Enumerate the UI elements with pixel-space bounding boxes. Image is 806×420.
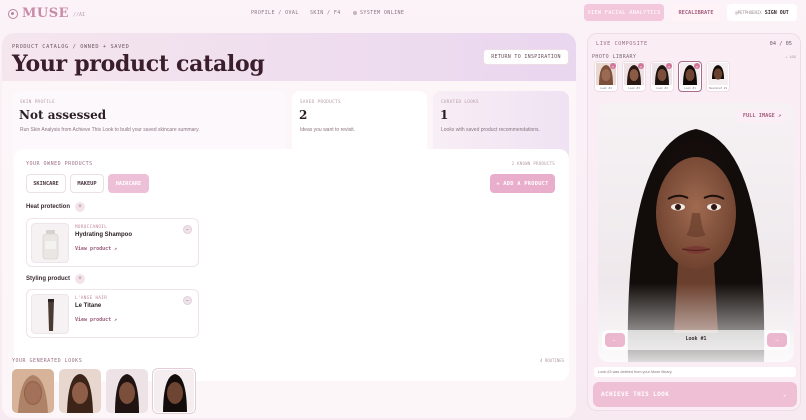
chevron-down-icon: ⌄	[782, 391, 787, 398]
product-card[interactable]: MOROCCANOIL Hydrating Shampoo View produ…	[26, 218, 199, 267]
tab-makeup[interactable]: MAKEUP	[70, 174, 104, 193]
recalibrate-button[interactable]: RECALIBRATE	[671, 4, 721, 21]
current-look-label: Look #1	[685, 336, 707, 342]
breadcrumb: PRODUCT CATALOG / OWNED + SAVED	[12, 44, 130, 50]
library-item[interactable]: × Look #3	[622, 61, 646, 92]
generated-looks-title: YOUR GENERATED LOOKS	[12, 358, 83, 364]
stat-desc: Run Skin Analysis from Achieve This Look…	[20, 127, 200, 133]
achieve-this-look-button[interactable]: ACHIEVE THIS LOOK ⌄	[593, 382, 797, 407]
logo-icon	[8, 8, 18, 19]
generated-look-thumb[interactable]	[12, 369, 54, 413]
generated-look-thumb-selected[interactable]	[153, 369, 195, 413]
skin-indicator: SKIN / F4	[310, 10, 341, 16]
library-item-label: Look #4	[600, 86, 612, 90]
stat-value: 1	[440, 108, 449, 122]
product-brand: L'ANGE HAIR	[75, 295, 108, 300]
add-product-button[interactable]: + ADD A PRODUCT	[490, 174, 555, 193]
view-product-link[interactable]: View product ↗	[75, 246, 117, 252]
tab-skincare[interactable]: SKINCARE	[26, 174, 66, 193]
username: @PETPHOENIX	[735, 10, 762, 15]
generated-look-thumb[interactable]	[106, 369, 148, 413]
view-facial-analytics-button[interactable]: VIEW FACIAL ANALYTICS	[584, 4, 664, 21]
composite-counter: 04 / 05	[769, 41, 792, 47]
stat-label: CURATED LOOKS	[441, 99, 479, 104]
library-item[interactable]: × Look #2	[650, 61, 674, 92]
generated-look-thumb[interactable]	[59, 369, 101, 413]
product-image	[31, 223, 69, 263]
owned-products-card: YOUR OWNED PRODUCTS 2 KNOWN PRODUCTS SKI…	[14, 149, 569, 381]
stat-value: Not assessed	[19, 108, 107, 122]
delete-icon[interactable]: ×	[666, 63, 672, 69]
product-card[interactable]: L'ANGE HAIR Le Titane View product ↗ −	[26, 289, 199, 338]
stat-label: SKIN PROFILE	[20, 99, 56, 104]
profile-indicator: PROFILE / OVAL	[251, 10, 299, 16]
composite-portrait	[598, 103, 794, 362]
catalog-panel: PRODUCT CATALOG / OWNED + SAVED Your pro…	[2, 33, 576, 418]
tab-haircare[interactable]: HAIRCARE	[108, 174, 149, 193]
stat-value: 2	[299, 108, 308, 122]
product-name: Hydrating Shampoo	[75, 232, 133, 238]
product-brand: MOROCCANOIL	[75, 224, 108, 229]
top-bar: MUSE //AI PROFILE / OVAL SKIN / F4 SYSTE…	[0, 0, 806, 26]
delete-icon[interactable]: ×	[694, 63, 700, 69]
portrait-image	[598, 103, 794, 362]
deletion-notice: Look #3 was deleted from your Muse libra…	[594, 367, 796, 377]
library-item-label: Look #2	[656, 86, 668, 90]
library-item-selected[interactable]: × Look #1	[678, 61, 702, 92]
category-title: Heat protection	[26, 204, 71, 210]
status-dot-icon	[353, 10, 357, 15]
product-name: Le Titane	[75, 303, 102, 309]
library-item-label: Headshot #1	[708, 86, 728, 90]
live-composite-title: LIVE COMPOSITE	[596, 41, 648, 47]
achieve-label: ACHIEVE THIS LOOK	[601, 391, 670, 398]
next-look-button[interactable]: →	[767, 333, 787, 347]
view-product-link[interactable]: View product ↗	[75, 317, 117, 323]
logo-text: MUSE	[22, 6, 70, 21]
shampoo-bottle-icon	[42, 230, 59, 260]
category-styling-product: Styling product +	[26, 274, 85, 284]
stat-desc: Looks with saved product recommendations…	[441, 127, 540, 133]
remove-product-icon[interactable]: −	[183, 225, 192, 234]
page-title: Your product catalog	[12, 51, 265, 77]
category-heat-protection: Heat protection +	[26, 202, 86, 212]
logo-sub: //AI	[73, 12, 86, 18]
sign-out-link[interactable]: SIGN OUT	[765, 10, 789, 16]
stat-label: SAVED PRODUCTS	[300, 99, 341, 104]
delete-icon[interactable]: ×	[610, 63, 616, 69]
library-item[interactable]: × Look #4	[594, 61, 618, 92]
styling-tube-icon	[48, 299, 54, 331]
add-to-category-icon[interactable]: +	[75, 274, 85, 284]
return-to-inspiration-button[interactable]: RETURN TO INSPIRATION	[483, 49, 569, 65]
look-navigator: ← Look #1 →	[602, 330, 790, 350]
product-image	[31, 294, 69, 334]
stat-desc: Ideas you want to revisit.	[300, 127, 356, 133]
user-box: @PETPHOENIX SIGN OUT	[727, 4, 797, 21]
library-item-label: Look #1	[684, 86, 696, 90]
system-status: SYSTEM ONLINE	[353, 10, 404, 16]
library-item[interactable]: Headshot #1	[706, 61, 730, 92]
delete-icon[interactable]: ×	[638, 63, 644, 69]
owned-section-title: YOUR OWNED PRODUCTS	[26, 161, 93, 167]
logo[interactable]: MUSE //AI	[8, 6, 85, 21]
photo-library-add[interactable]: + ADD	[785, 55, 796, 59]
generated-looks-count: 4 ROUTINES	[540, 358, 565, 363]
full-image-button[interactable]: FULL IMAGE ↗	[737, 109, 787, 123]
live-composite-panel: LIVE COMPOSITE 04 / 05 PHOTO LIBRARY + A…	[587, 33, 801, 411]
category-title: Styling product	[26, 276, 70, 282]
photo-library-title: PHOTO LIBRARY	[592, 54, 637, 60]
library-item-label: Look #3	[628, 86, 640, 90]
owned-count: 2 KNOWN PRODUCTS	[511, 161, 555, 166]
remove-product-icon[interactable]: −	[183, 296, 192, 305]
add-to-category-icon[interactable]: +	[75, 202, 86, 212]
